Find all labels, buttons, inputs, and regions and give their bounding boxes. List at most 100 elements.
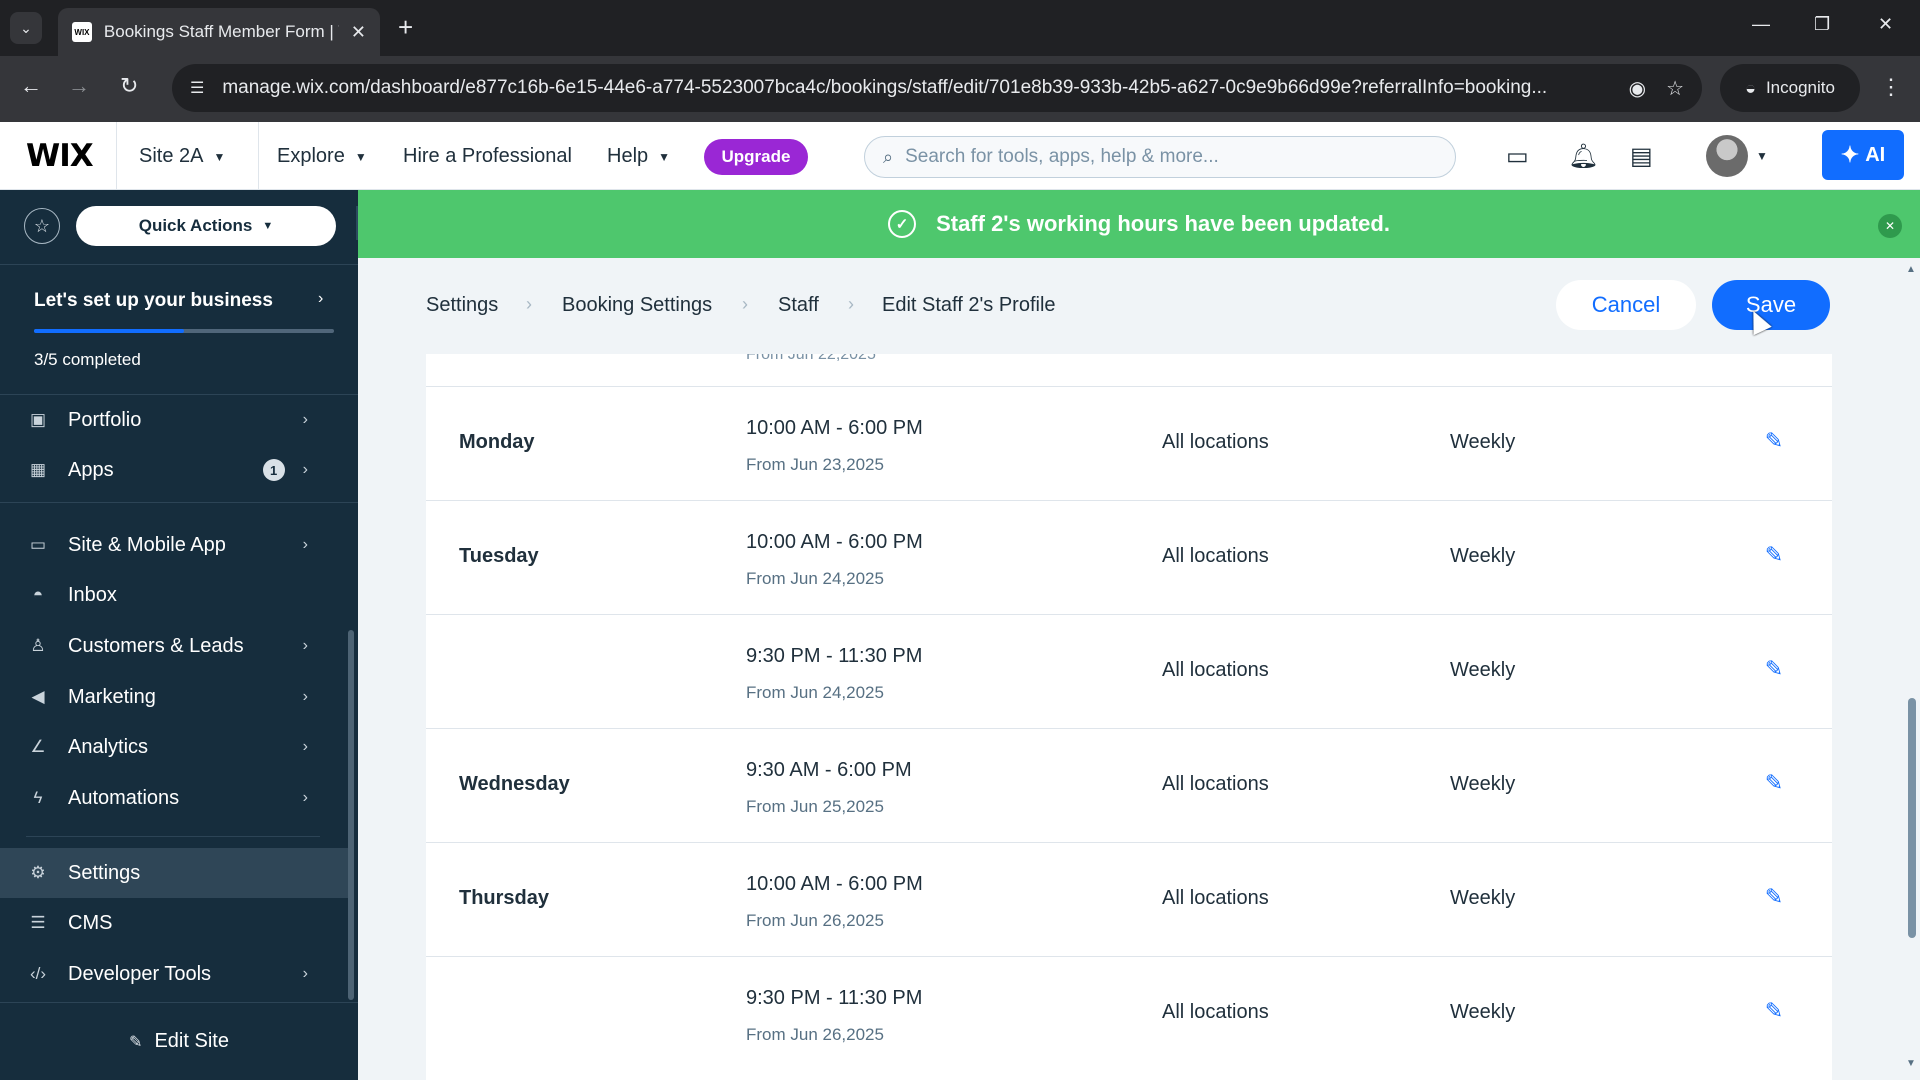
bookmark-star-icon[interactable]: ☆ (1666, 76, 1684, 101)
sidebar-item-customers-leads[interactable]: ♙ Customers & Leads › (0, 621, 350, 671)
explore-menu[interactable]: Explore ▼ (277, 145, 367, 168)
save-button[interactable]: Save (1712, 280, 1830, 330)
tab-close-icon[interactable]: ✕ (351, 22, 366, 43)
chevron-right-icon: › (302, 536, 308, 553)
sidebar-item-label: Apps (68, 458, 114, 481)
scroll-down-icon[interactable]: ▼ (1906, 1058, 1916, 1069)
hours-range: 9:30 AM - 6:00 PM (746, 759, 912, 781)
chevron-right-icon: › (302, 411, 308, 428)
quick-actions-button[interactable]: Quick Actions ▼ (76, 206, 336, 246)
chevron-right-icon: › (302, 461, 308, 478)
chevron-down-icon: ▼ (658, 149, 671, 164)
check-circle-icon: ✓ (888, 210, 917, 238)
day-label: Monday (459, 431, 535, 453)
ai-button[interactable]: ✦ AI (1822, 130, 1904, 180)
sidebar-item-site-mobile-app[interactable]: ▭ Site & Mobile App › (0, 520, 350, 570)
sidebar-item-apps[interactable]: ▦ Apps 1 › (0, 445, 350, 495)
edit-pencil-icon[interactable]: ✎ (1760, 541, 1788, 569)
sidebar: ☆ Quick Actions ▼ Let's set up your busi… (0, 190, 358, 1080)
pencil-icon: ✎ (129, 1033, 143, 1051)
day-label: Thursday (459, 887, 550, 909)
list-item: 9:30 PM - 11:30 PM From Jun 24,2025 All … (426, 614, 1832, 728)
search-box[interactable]: ⌕ (864, 136, 1456, 178)
star-icon[interactable]: ☆ (24, 208, 60, 244)
edit-pencil-icon[interactable]: ✎ (1760, 655, 1788, 683)
restore-icon[interactable]: ❐ (1814, 14, 1830, 35)
frequency-label: Weekly (1450, 545, 1516, 567)
help-menu[interactable]: Help ▼ (607, 145, 670, 168)
sidebar-item-developer-tools[interactable]: ‹/› Developer Tools › (0, 949, 350, 999)
setup-count: 3/5 completed (34, 350, 141, 369)
sidebar-item-label: Inbox (68, 583, 117, 606)
tab-title: Bookings Staff Member Form | Wix (103, 22, 339, 41)
divider (0, 264, 358, 265)
sidebar-item-automations[interactable]: ϟ Automations › (0, 773, 350, 823)
day-label: Tuesday (459, 545, 539, 567)
apps-count-badge: 1 (262, 459, 285, 481)
chevron-right-icon[interactable]: › (318, 290, 323, 308)
hours-range: 10:00 AM - 6:00 PM (746, 417, 923, 439)
toast-close-icon[interactable]: ✕ (1878, 214, 1902, 238)
upgrade-button[interactable]: Upgrade (704, 139, 808, 175)
cancel-button[interactable]: Cancel (1556, 280, 1696, 330)
breadcrumb-staff[interactable]: Staff (778, 294, 819, 317)
omnibox[interactable]: ☰ manage.wix.com/dashboard/e877c16b-6e15… (172, 64, 1702, 112)
reload-icon[interactable]: ↻ (120, 74, 138, 98)
sidebar-item-label: Analytics (68, 735, 149, 758)
sidebar-item-label: Settings (68, 861, 141, 884)
scroll-up-icon[interactable]: ▲ (1906, 264, 1916, 275)
hire-professional-link[interactable]: Hire a Professional (403, 145, 572, 168)
sidebar-item-portfolio[interactable]: ▣ Portfolio › (0, 395, 350, 445)
sidebar-item-marketing[interactable]: ◀ Marketing › (0, 672, 350, 722)
browser-tab[interactable]: WIX Bookings Staff Member Form | Wix ✕ (58, 8, 380, 56)
scrollbar-thumb[interactable] (1908, 698, 1916, 938)
chat-icon[interactable]: ▭ (1506, 142, 1529, 171)
browser-menu-icon[interactable]: ⋮ (1880, 74, 1902, 100)
edit-pencil-icon[interactable]: ✎ (1760, 883, 1788, 911)
window-close-icon[interactable]: ✕ (1878, 14, 1893, 35)
sidebar-item-settings[interactable]: ⚙ Settings (0, 848, 350, 898)
news-icon[interactable]: ▤ (1630, 142, 1653, 171)
sidebar-item-label: Portfolio (68, 408, 142, 431)
sidebar-item-label: Marketing (68, 685, 156, 708)
list-item: Monday 10:00 AM - 6:00 PM From Jun 23,20… (426, 386, 1832, 500)
edit-pencil-icon[interactable]: ✎ (1760, 769, 1788, 797)
bell-icon[interactable]: 🔔︎ (1568, 142, 1598, 171)
new-tab-plus-icon[interactable]: + (398, 14, 413, 40)
edit-pencil-icon[interactable]: ✎ (1760, 997, 1788, 1025)
minimize-icon[interactable]: — (1752, 14, 1770, 35)
sparkle-icon: ✦ (1840, 142, 1860, 167)
tab-list-chevron-icon[interactable]: ⌄ (10, 12, 42, 44)
back-arrow-icon[interactable]: ← (20, 74, 42, 98)
location-label: All locations (1162, 545, 1269, 567)
search-input[interactable] (905, 146, 1426, 168)
setup-progress-fill (34, 329, 184, 333)
site-selector[interactable]: Site 2A ▼ (139, 145, 225, 168)
sidebar-item-cms[interactable]: ☰ CMS (0, 898, 350, 948)
setup-title[interactable]: Let's set up your business (34, 290, 273, 312)
breadcrumb-settings[interactable]: Settings (426, 294, 498, 317)
hours-range: 10:00 AM - 6:00 PM (746, 873, 923, 895)
eye-off-icon[interactable]: ◉ (1629, 76, 1646, 101)
incognito-indicator[interactable]: ◒ Incognito (1720, 64, 1860, 112)
wix-logo[interactable]: WIX (26, 138, 94, 174)
edit-site-button[interactable]: ✎ Edit Site (0, 1002, 358, 1080)
avatar[interactable] (1706, 135, 1748, 177)
from-date: From Jun 24,2025 (746, 569, 884, 588)
breadcrumb-booking-settings[interactable]: Booking Settings (562, 294, 712, 317)
list-item: Thursday 10:00 AM - 6:00 PM From Jun 26,… (426, 842, 1832, 956)
wix-top-bar: WIX Site 2A ▼ Explore ▼ Hire a Professio… (0, 122, 1920, 190)
sidebar-item-analytics[interactable]: ∠ Analytics › (0, 722, 350, 772)
sidebar-item-inbox[interactable]: ◓ Inbox (0, 570, 350, 620)
site-info-icon[interactable]: ☰ (190, 78, 204, 98)
breadcrumb-chevron-icon: › (526, 294, 532, 314)
chevron-right-icon: › (302, 688, 308, 705)
edit-pencil-icon[interactable]: ✎ (1760, 427, 1788, 455)
page-scrollbar[interactable]: ▲ ▼ (1903, 258, 1920, 1080)
url-text[interactable]: manage.wix.com/dashboard/e877c16b-6e15-4… (222, 77, 1608, 99)
chevron-down-icon[interactable]: ▼ (1756, 149, 1768, 163)
sidebar-item-label: Customers & Leads (68, 634, 244, 657)
sidebar-scrollbar[interactable] (348, 630, 354, 1000)
forward-arrow-icon[interactable]: → (68, 74, 90, 98)
help-label: Help (607, 145, 649, 167)
